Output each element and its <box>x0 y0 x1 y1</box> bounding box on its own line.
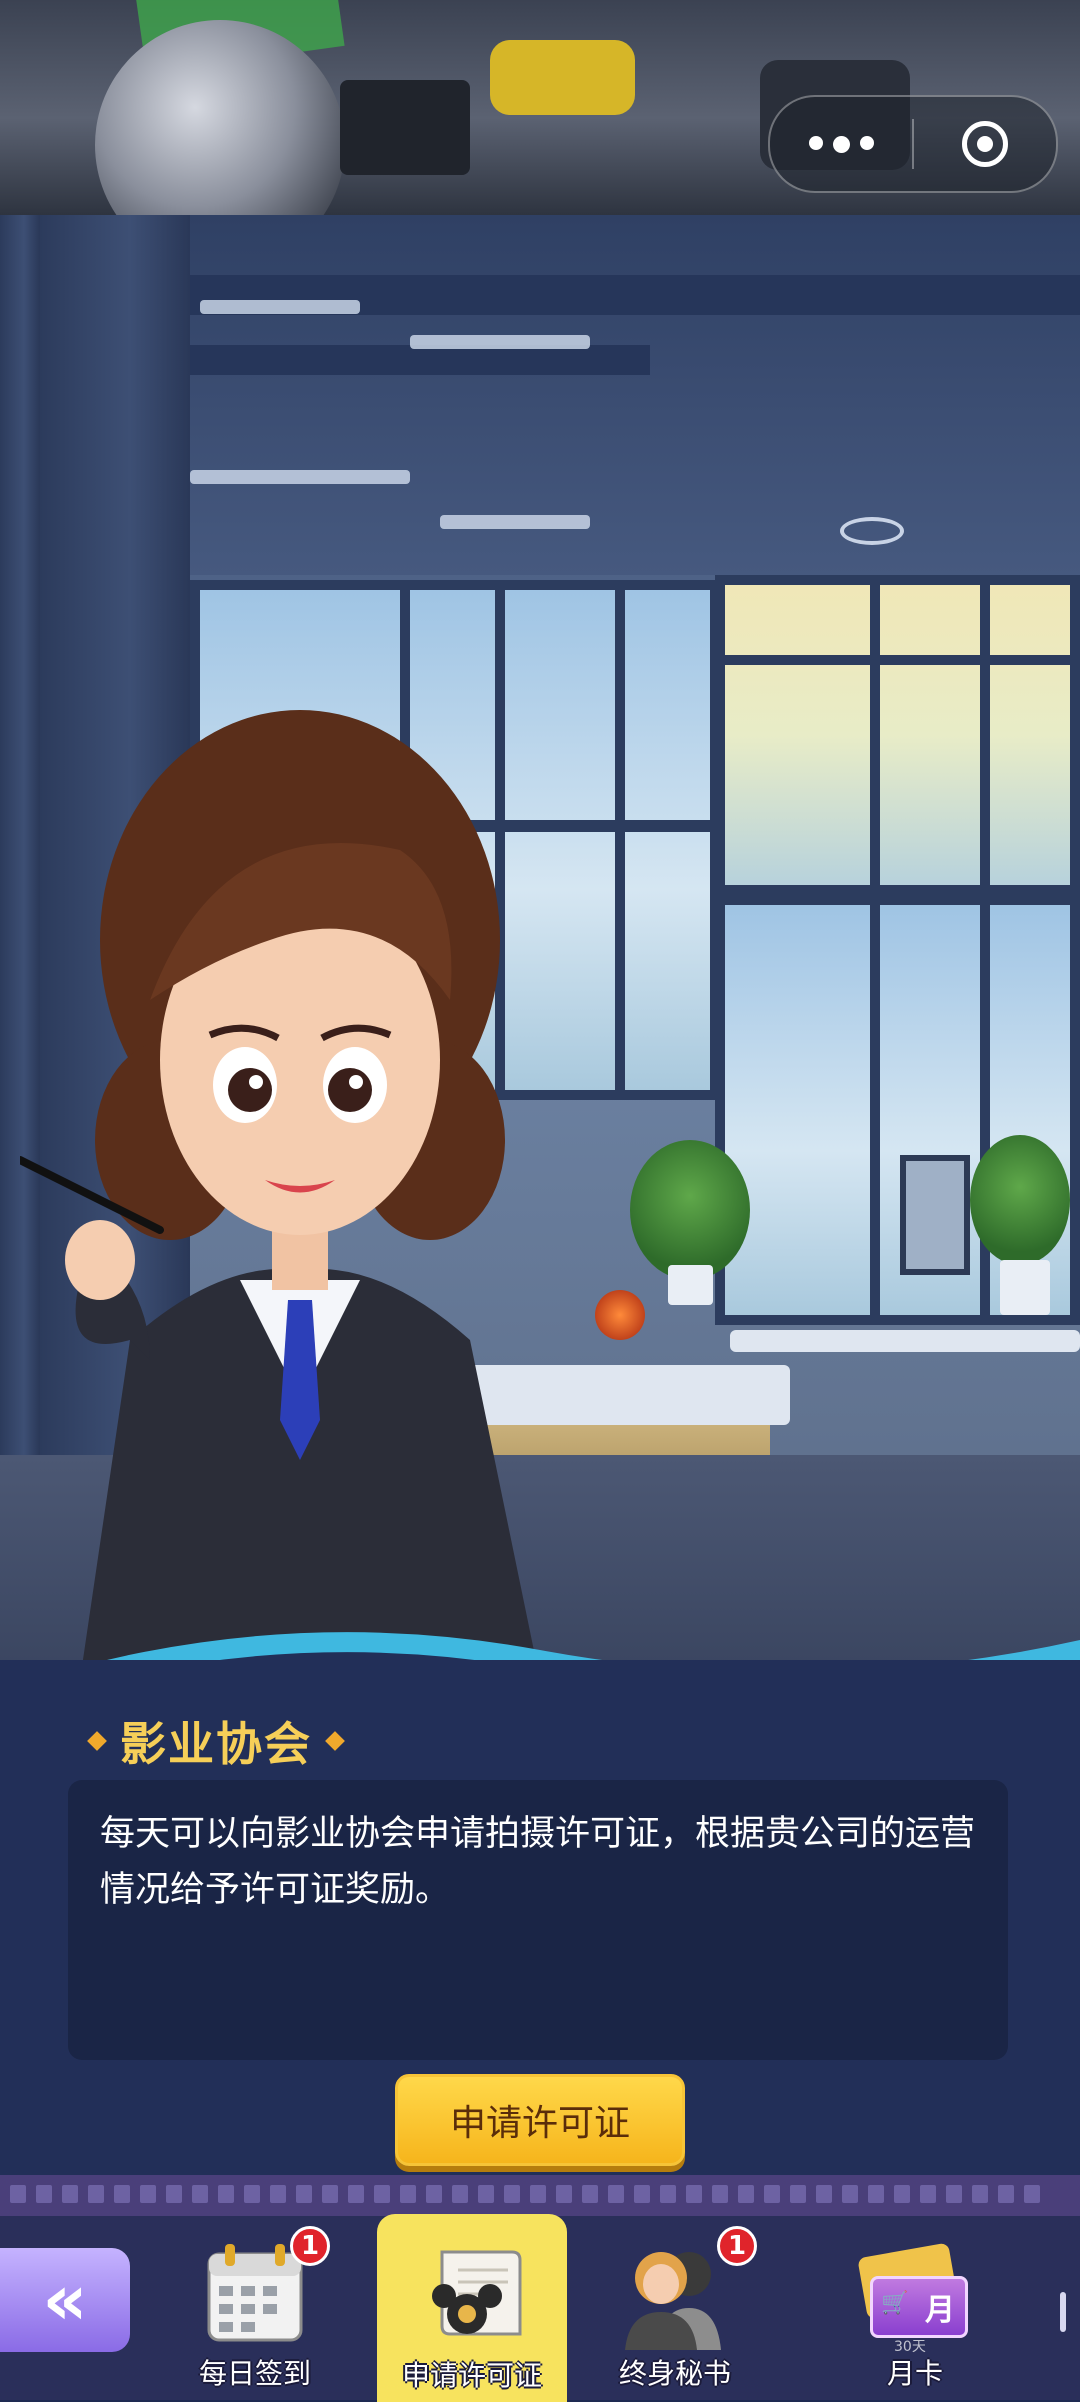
window-mullion <box>980 575 990 895</box>
more-button[interactable] <box>770 97 912 191</box>
window-mullion <box>615 580 625 1100</box>
scroll-edge-indicator <box>1060 2292 1066 2332</box>
eye-highlight <box>349 1075 363 1089</box>
nav-item-lifetime-secretary[interactable]: 1 终身秘书 <box>580 2212 770 2400</box>
description-text: 每天可以向影业协会申请拍摄许可证，根据贵公司的运营情况给予许可证奖励。 <box>100 1814 976 1910</box>
panel-title: 影业协会 <box>120 1717 312 1771</box>
window-mullion <box>715 655 1080 665</box>
ceiling-light <box>440 515 590 529</box>
window-mullion <box>980 895 990 1325</box>
month-card-icon: 🛒 月 30天 <box>850 2232 970 2355</box>
close-miniprogram-button[interactable] <box>914 97 1056 191</box>
scene-prop <box>490 40 635 115</box>
flower-vase <box>595 1290 645 1340</box>
plant-pot <box>668 1265 713 1305</box>
ceiling-light <box>190 470 410 484</box>
license-scroll-icon <box>432 2250 522 2336</box>
ceiling-spot <box>840 517 904 545</box>
eye-highlight <box>249 1075 263 1089</box>
character-hand <box>65 1220 135 1300</box>
section-title: 影业协会 <box>87 1706 345 1776</box>
plant <box>970 1135 1070 1265</box>
desk <box>730 1330 1080 1352</box>
double-chevron-left-icon: « <box>42 2259 88 2341</box>
ceiling-light <box>200 300 360 314</box>
scene-prop <box>340 80 470 175</box>
plant <box>630 1140 750 1280</box>
nav-item-daily-checkin[interactable]: 1 每日签到 <box>160 2212 350 2400</box>
notification-badge: 1 <box>717 2226 757 2266</box>
back-button[interactable]: « <box>0 2248 130 2352</box>
window <box>715 575 1080 895</box>
secretary-character <box>20 710 540 1680</box>
diamond-icon <box>87 1731 107 1751</box>
notification-badge: 1 <box>290 2226 330 2266</box>
ceiling-light <box>410 335 590 349</box>
nav-label: 每日签到 <box>198 2357 311 2390</box>
diamond-icon <box>325 1731 345 1751</box>
nav-item-month-card[interactable]: 🛒 月 30天 月卡 <box>820 2212 1010 2400</box>
plant-pot <box>1000 1260 1050 1315</box>
nav-label: 终身秘书 <box>618 2357 731 2390</box>
miniprogram-capsule <box>768 95 1058 193</box>
film-strip-decoration <box>0 2185 1080 2211</box>
nav-label: 月卡 <box>886 2357 943 2390</box>
target-close-icon <box>961 121 1008 167</box>
character-pupil <box>328 1068 372 1112</box>
character-neck <box>272 1230 328 1290</box>
cart-icon: 🛒 <box>881 2291 909 2316</box>
window-mullion <box>870 895 880 1325</box>
description-box: 每天可以向影业协会申请拍摄许可证，根据贵公司的运营情况给予许可证奖励。 <box>68 1780 1008 2060</box>
ceiling-beam <box>180 345 650 375</box>
nav-label: 申请许可证 <box>401 2359 542 2392</box>
card-front: 🛒 月 <box>870 2276 968 2338</box>
card-text: 月 <box>925 2293 955 2328</box>
more-dots-icon <box>808 135 874 153</box>
nav-item-apply-license[interactable]: 申请许可证 <box>377 2214 567 2402</box>
window-mullion <box>870 575 880 895</box>
monitor <box>900 1155 970 1275</box>
apply-license-button[interactable]: 申请许可证 <box>395 2074 685 2166</box>
character-pupil <box>228 1068 272 1112</box>
